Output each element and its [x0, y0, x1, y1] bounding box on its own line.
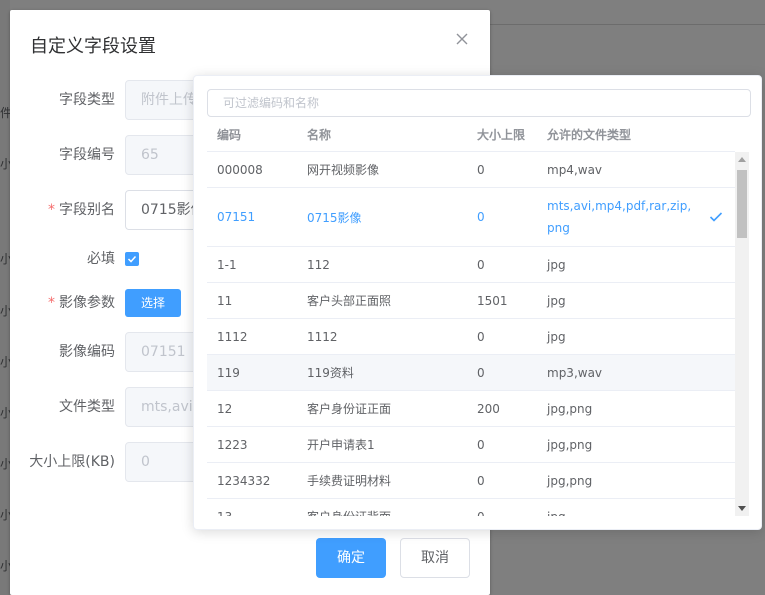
field-alias-label: * 字段别名 — [10, 190, 115, 230]
required-asterisk: * — [48, 202, 55, 218]
cell-types: jpg — [547, 499, 566, 517]
cell-size: 0 — [477, 473, 485, 488]
table-row[interactable]: 1234332 手续费证明材料 0 jpg,png — [207, 463, 735, 499]
cell-name: 119资料 — [307, 366, 354, 380]
cell-types: mp4,wav — [547, 162, 603, 177]
cell-name: 客户身份证正面 — [307, 402, 392, 416]
select-button[interactable]: 选择 — [125, 289, 181, 317]
cell-name: 客户头部正面照 — [307, 294, 392, 308]
required-asterisk: * — [48, 295, 55, 311]
image-select-popover: 编码 名称 大小上限 允许的文件类型 000008 网开视频影像 0 mp4,w… — [193, 75, 762, 530]
cell-code: 1234332 — [217, 473, 271, 488]
cell-size: 0 — [477, 329, 485, 344]
cell-code: 1-1 — [217, 257, 237, 272]
column-header-types[interactable]: 允许的文件类型 — [547, 118, 631, 152]
cell-types: mp3,wav — [547, 365, 603, 380]
table-header: 编码 名称 大小上限 允许的文件类型 — [207, 118, 735, 152]
table-row-hover[interactable]: 119 119资料 0 mp3,wav — [207, 355, 735, 391]
column-header-code[interactable]: 编码 — [217, 118, 241, 152]
cell-size: 200 — [477, 401, 500, 416]
cell-code: 119 — [217, 365, 240, 380]
cell-name: 112 — [307, 257, 330, 272]
cell-types: jpg,png — [547, 401, 593, 416]
dialog-title: 自定义字段设置 — [30, 36, 156, 57]
required-label: 必填 — [87, 251, 115, 267]
cell-size: 0 — [477, 437, 485, 452]
cell-code: 000008 — [217, 162, 263, 177]
filter-input[interactable] — [207, 89, 751, 117]
cell-types: jpg,png — [547, 437, 593, 452]
field-alias-label-text: 字段别名 — [59, 202, 115, 218]
size-limit-label: 大小上限(KB) — [29, 454, 115, 470]
required-checkbox[interactable] — [125, 252, 139, 266]
close-icon[interactable] — [453, 30, 471, 48]
table-row[interactable]: 12 客户身份证正面 200 jpg,png — [207, 391, 735, 427]
column-header-name[interactable]: 名称 — [307, 118, 331, 152]
cell-name: 1112 — [307, 329, 338, 344]
table-scrollbar[interactable] — [735, 152, 749, 516]
field-type-label: 字段类型 — [59, 92, 115, 108]
table-row[interactable]: 1223 开户申请表1 0 jpg,png — [207, 427, 735, 463]
cell-name: 客户身份证背面 — [307, 499, 391, 516]
table-row[interactable]: 000008 网开视频影像 0 mp4,wav — [207, 152, 735, 188]
cell-name: 0715影像 — [307, 210, 362, 225]
scroll-down-icon[interactable] — [735, 502, 749, 516]
cell-size: 0 — [477, 365, 485, 380]
cell-name: 手续费证明材料 — [307, 474, 392, 488]
cell-code: 1112 — [217, 329, 248, 344]
image-param-label: * 影像参数 — [10, 283, 115, 323]
field-code-label: 字段编号 — [59, 147, 115, 163]
scrollbar-thumb[interactable] — [737, 170, 747, 238]
cell-code: 07151 — [217, 210, 256, 224]
table-row[interactable]: 13 客户身份证背面 0 jpg — [207, 499, 735, 517]
column-header-size[interactable]: 大小上限 — [477, 118, 525, 152]
cell-types: jpg — [547, 293, 566, 308]
table-row[interactable]: 11 客户头部正面照 1501 jpg — [207, 283, 735, 319]
cell-code: 12 — [217, 401, 233, 416]
table-row[interactable]: 1112 1112 0 jpg — [207, 319, 735, 355]
cell-size: 1501 — [477, 293, 508, 308]
cell-code: 1223 — [217, 437, 248, 452]
file-type-label: 文件类型 — [59, 399, 115, 415]
table-row-selected[interactable]: 07151 0715影像 0 mts,avi,mp4,pdf,rar,zip,p… — [207, 188, 735, 247]
confirm-button[interactable]: 确定 — [316, 538, 386, 578]
cell-name: 开户申请表1 — [307, 438, 375, 452]
cell-size: 0 — [477, 162, 485, 177]
cell-code: 13 — [217, 499, 232, 517]
image-code-label: 影像编码 — [59, 344, 115, 360]
cell-size: 0 — [477, 210, 485, 224]
cell-types: mts,avi,mp4,pdf,rar,zip,png — [547, 199, 692, 235]
cell-types: jpg — [547, 257, 566, 272]
table-body: 000008 网开视频影像 0 mp4,wav 07151 0715影像 0 m… — [207, 152, 735, 516]
cancel-button[interactable]: 取消 — [400, 538, 470, 578]
cell-size: 0 — [477, 499, 485, 517]
cell-types: jpg,png — [547, 473, 593, 488]
cell-size: 0 — [477, 257, 485, 272]
scroll-up-icon[interactable] — [735, 152, 749, 166]
cell-name: 网开视频影像 — [307, 163, 380, 177]
cell-code: 11 — [217, 293, 233, 308]
table-row[interactable]: 1-1 112 0 jpg — [207, 247, 735, 283]
image-param-label-text: 影像参数 — [59, 295, 115, 311]
check-icon — [709, 188, 723, 246]
cell-types: jpg — [547, 329, 566, 344]
